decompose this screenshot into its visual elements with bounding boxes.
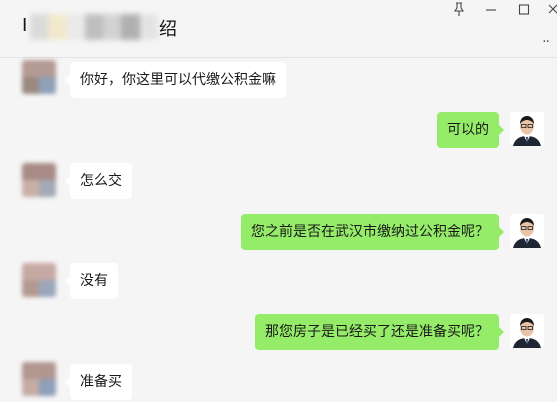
contact-avatar[interactable]: [22, 163, 56, 197]
self-avatar[interactable]: [510, 214, 544, 248]
message-bubble-incoming[interactable]: 没有: [65, 263, 118, 299]
self-avatar[interactable]: [510, 314, 544, 348]
self-avatar-icon: [510, 214, 544, 248]
contact-avatar[interactable]: [22, 263, 56, 297]
message-bubble-incoming[interactable]: 怎么交: [65, 163, 132, 199]
chat-title-lead: I: [22, 15, 28, 36]
self-avatar[interactable]: [510, 112, 544, 146]
self-avatar-icon: [510, 314, 544, 348]
contact-avatar[interactable]: [22, 362, 56, 396]
message-bubble-outgoing[interactable]: 可以的: [437, 112, 504, 148]
chat-message-list[interactable]: 你好，你这里可以代缴公积金嘛 可以的 怎么交 您之前是否在武汉市缴纳过公积金呢？: [0, 58, 557, 402]
maximize-icon: [518, 4, 530, 15]
self-avatar-icon: [510, 112, 544, 146]
more-options-button[interactable]: ..: [542, 30, 550, 46]
message-bubble-outgoing[interactable]: 那您房子是已经买了还是准备买呢？: [255, 314, 504, 350]
pin-icon: [453, 2, 465, 16]
maximize-button[interactable]: [511, 2, 537, 20]
chat-title-redacted: [30, 14, 158, 40]
message-bubble-incoming[interactable]: 准备买: [65, 364, 132, 400]
chat-title-tail: 绍: [159, 19, 177, 40]
message-bubble-incoming[interactable]: 你好，你这里可以代缴公积金嘛: [65, 62, 286, 98]
minimize-button[interactable]: [478, 2, 504, 20]
close-button[interactable]: [540, 2, 557, 20]
minimize-icon: [486, 9, 496, 11]
contact-avatar[interactable]: [22, 60, 56, 94]
title-bar: I 绍 ..: [0, 0, 557, 58]
message-bubble-outgoing[interactable]: 您之前是否在武汉市缴纳过公积金呢？: [241, 214, 504, 250]
pin-button[interactable]: [446, 2, 472, 20]
close-icon: [548, 4, 557, 14]
